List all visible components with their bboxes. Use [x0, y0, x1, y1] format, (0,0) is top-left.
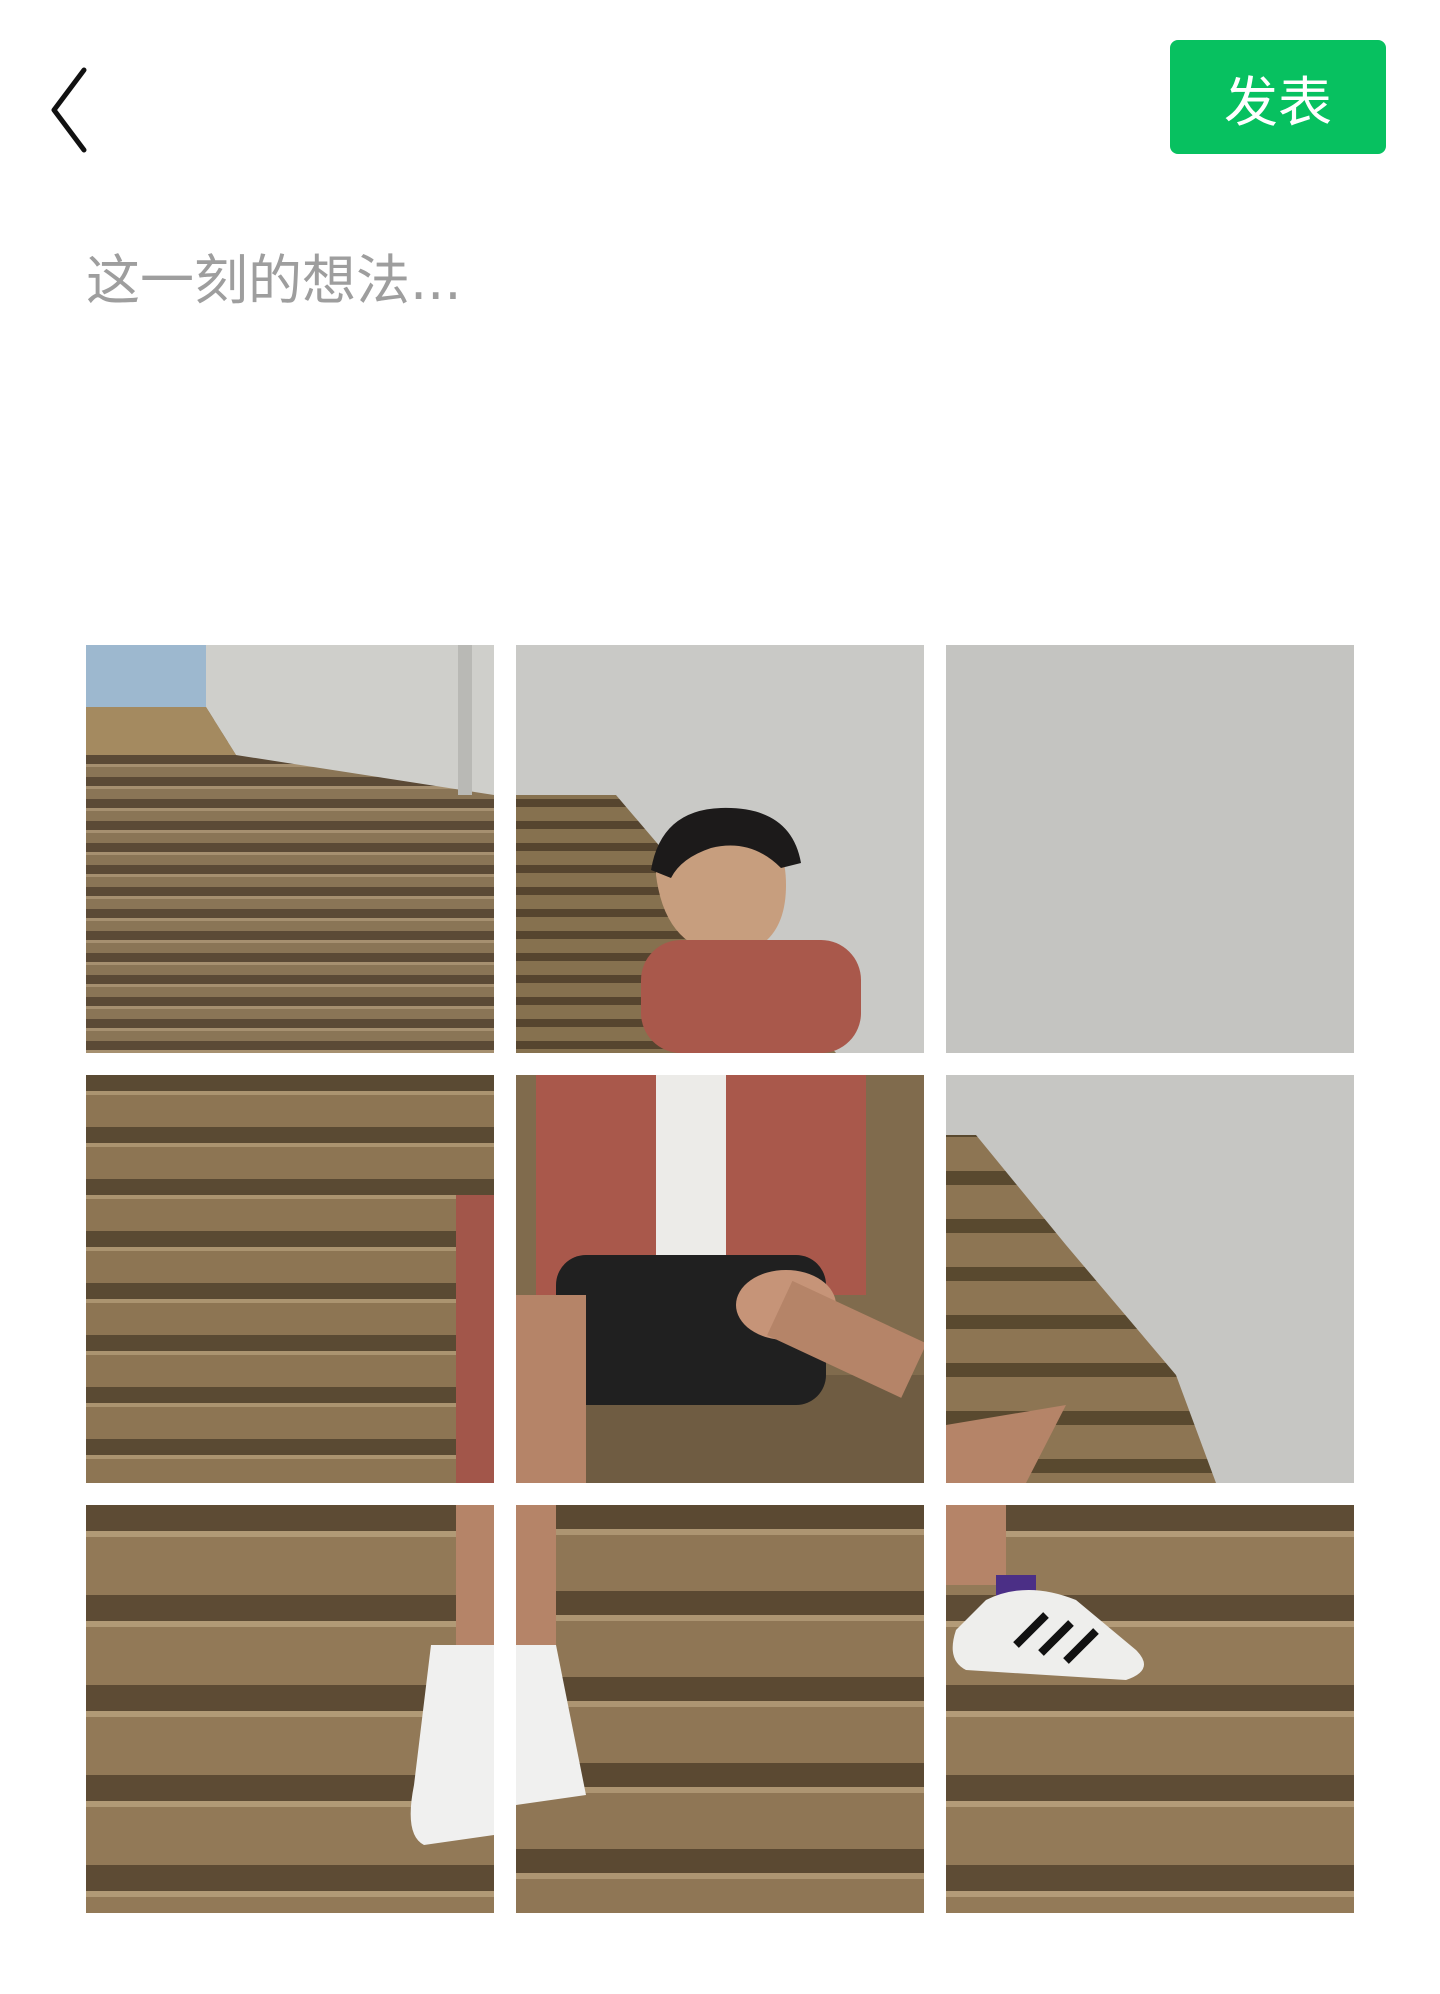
- photo-1: [86, 645, 494, 1053]
- photo-tile-6[interactable]: [946, 1075, 1354, 1483]
- photo-5: [516, 1075, 924, 1483]
- photo-tile-9[interactable]: [946, 1505, 1354, 1913]
- photo-9: [946, 1505, 1354, 1913]
- photo-6: [946, 1075, 1354, 1483]
- photo-grid: [86, 645, 1354, 1913]
- photo-4: [86, 1075, 494, 1483]
- photo-tile-3[interactable]: [946, 645, 1354, 1053]
- back-button[interactable]: [44, 60, 104, 160]
- photo-8: [516, 1505, 924, 1913]
- photo-2: [516, 645, 924, 1053]
- photo-tile-5[interactable]: [516, 1075, 924, 1483]
- photo-tile-8[interactable]: [516, 1505, 924, 1913]
- photo-tile-2[interactable]: [516, 645, 924, 1053]
- thought-input[interactable]: [86, 236, 1366, 536]
- photo-tile-1[interactable]: [86, 645, 494, 1053]
- photo-tile-7[interactable]: [86, 1505, 494, 1913]
- chevron-left-icon: [51, 67, 87, 153]
- publish-button[interactable]: 发表: [1170, 40, 1386, 154]
- photo-3: [946, 645, 1354, 1053]
- photo-tile-4[interactable]: [86, 1075, 494, 1483]
- photo-7: [86, 1505, 494, 1913]
